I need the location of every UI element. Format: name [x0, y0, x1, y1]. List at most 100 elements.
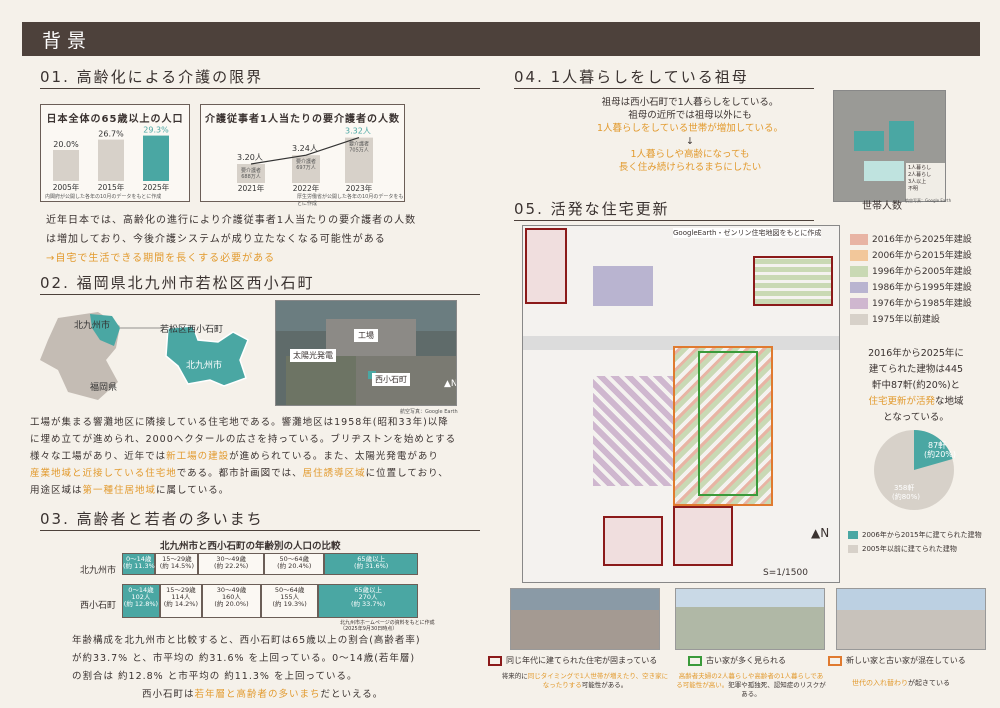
s04-arrow: ↓: [686, 136, 694, 147]
section-05-title: 05. 活発な住宅更新: [514, 200, 670, 218]
age-cell: 65歳以上 270人 (約 33.7%): [318, 584, 418, 618]
aerial-solar: 太陽光発電: [290, 349, 336, 362]
label-kitakyushu: 北九州市: [74, 319, 110, 331]
legend-3: 3人以上: [908, 179, 927, 185]
s02-p2: に埋め立てが進められ、2000ヘクタールの広さを持っている。ブリヂストンを始めと…: [30, 434, 457, 445]
legend-swatch: [850, 234, 868, 245]
s05-desc2: 建てられた建物は445: [868, 364, 964, 375]
s02-p4d: に位置しており、: [365, 468, 449, 479]
s05-desc1: 2016年から2025年に: [868, 348, 964, 359]
s04-l4: 1人暮らしや高齢になっても: [630, 149, 750, 160]
housing-legend-item: 1976年から1985年建設: [850, 296, 972, 312]
section-02-title: 02. 福岡県北九州市若松区西小石町: [40, 274, 315, 292]
s03-t1: 年齢構成を北九州市と比較すると、西小石町は65歳以上の割合(高齢者率): [72, 635, 421, 646]
label-wakamatsu: 若松区西小石町: [160, 323, 223, 335]
bar-2025年: [143, 135, 169, 181]
s02-p4c: 居住誘導区域: [302, 468, 366, 479]
aerial-factory: 工場: [354, 329, 378, 342]
s05-desc5: となっている。: [883, 412, 949, 423]
divider: [40, 88, 480, 89]
age-cell: 15～29歳 114人 (約 14.2%): [159, 584, 202, 618]
bar-2015年: [98, 139, 124, 181]
pie-label2b: (約80%): [892, 492, 920, 501]
legend-swatch: [850, 266, 868, 277]
legend-swatch: [850, 298, 868, 309]
pie-label2: 358軒: [894, 484, 914, 492]
chart2-svg: 3.20人要介護者688万人2021年3.24人要介護者697万人2022年3.…: [237, 127, 373, 193]
s04-l3: 1人暮らしをしている世帯が増加している。: [597, 123, 783, 134]
bar-value-label: 20.0%: [53, 140, 79, 149]
pie-label1b: (約20%): [924, 449, 956, 459]
divider: [514, 88, 814, 89]
section-04-title: 04. 1人暮らしをしている祖母: [514, 68, 749, 86]
aerial-photo: 工場 太陽光発電 西小石町 ▲N: [275, 300, 457, 406]
section-03-title: 03. 高齢者と若者の多いまち: [40, 510, 264, 528]
note-2b: 犯罪や孤独死、認知症のリスクがある。: [728, 681, 826, 698]
housing-legend-item: 1986年から1995年建設: [850, 280, 972, 296]
care-category-label: 2023年: [346, 183, 373, 193]
photo-2: [675, 588, 825, 650]
pie-label1: 87軒: [928, 441, 946, 450]
s01-text-3: →自宅で生活できる期間を長くする必要がある: [46, 253, 276, 264]
housing-age-map: GoogleEarth・ゼンリン住宅地図をもとに作成 ▲N S=1/1500: [522, 225, 840, 583]
population-chart: 日本全体の65歳以上の人口 20.0% 2005年 26.7% 2015年 29.3% 2…: [40, 104, 190, 202]
header-bar: 背景: [22, 22, 980, 56]
legend-1: 1人暮らし: [908, 165, 932, 171]
household-caption: 世帯人数: [862, 201, 902, 212]
legend-label: 2006年から2015年建設: [872, 251, 972, 261]
s03-t4c: だといえる。: [320, 689, 384, 700]
s04-l5: 長く住み続けられるまちにしたい: [618, 162, 762, 173]
care-category-label: 2021年: [238, 183, 265, 193]
housing-legend: 2016年から2025年建設 2006年から2015年建設 1996年から2005年…: [850, 232, 972, 328]
housing-legend-item: 2016年から2025年建設: [850, 232, 972, 248]
age-bar-kitakyushu: 0～14歳 (約 11.3%) 15～29歳 (約 14.5%) 30～49歳 (約…: [122, 553, 418, 575]
cap-3: 新しい家と古い家が混在している: [846, 656, 966, 665]
s03-t4a: 西小石町は: [142, 689, 195, 700]
s05-desc4b: な地域: [935, 396, 964, 407]
bar-value-label: 29.3%: [143, 126, 169, 135]
housing-legend-item: 1975年以前建設: [850, 312, 972, 328]
age-cell: 0～14歳 102人 (約 12.8%): [122, 584, 160, 618]
aerial-nishikoishi: 西小石町: [372, 373, 410, 386]
care-sub-label: 697万人: [296, 165, 316, 171]
map-credit: GoogleEarth・ゼンリン住宅地図をもとに作成: [673, 228, 822, 238]
s05-desc4a: 住宅更新が活発: [868, 396, 935, 407]
map-scale: S=1/1500: [763, 568, 808, 578]
cap-2: 古い家が多く見られる: [706, 656, 786, 665]
note-3b: が起きている: [908, 679, 950, 687]
pie-legend-2: 2005年以前に建てられた建物: [862, 545, 957, 553]
note-3a: 世代の入れ替わり: [852, 679, 908, 687]
legend-label: 1975年以前建設: [872, 315, 940, 325]
s01-text-1: 近年日本では、高齢化の進行により介護従事者1人当たりの要介護者の人数: [46, 215, 417, 226]
age-cell: 50～64歳 155人 (約 19.3%): [261, 584, 319, 618]
s04-l2: 祖母の近所では祖母以外にも: [628, 110, 752, 121]
care-sub-label: 688万人: [241, 174, 261, 180]
s04-l1: 祖母は西小石町で1人暮らしをしている。: [601, 97, 779, 108]
s02-p1: 工場が集まる響灘地区に隣接している住宅地である。響灘地区は1958年(昭和33年…: [30, 417, 449, 428]
care-category-label: 2022年: [293, 183, 320, 193]
housing-legend-item: 1996年から2005年建設: [850, 264, 972, 280]
s02-p5a: 用途区域は: [30, 485, 83, 496]
housing-legend-item: 2006年から2015年建設: [850, 248, 972, 264]
legend-label: 1986年から1995年建設: [872, 283, 972, 293]
housing-pie: 87軒 (約20%) 358軒 (約80%): [874, 429, 956, 510]
s03-t3: の割合は 約12.8% と市平均の 約11.3% を上回っている。: [72, 671, 358, 682]
household-map: 1人暮らし 2人暮らし 3人以上 不明: [833, 90, 946, 202]
header-title: 背景: [42, 30, 93, 52]
divider: [40, 294, 480, 295]
care-value-label: 3.32人: [345, 127, 371, 136]
legend-swatch: [850, 250, 868, 261]
s02-p5b: 第一種住居地域: [82, 485, 157, 496]
row-label-kitakyushu: 北九州市: [80, 566, 117, 576]
age-cell: 50～64歳 (約 20.4%): [264, 553, 325, 575]
care-value-label: 3.24人: [292, 144, 318, 153]
household-credit: 航空写真：Google Earth: [905, 198, 952, 203]
section-01-title: 01. 高齢化による介護の限界: [40, 68, 264, 86]
label-kitakyushu-2: 北九州市: [186, 359, 222, 371]
care-sub-label: 705万人: [349, 148, 369, 154]
age-cell: 65歳以上 (約 31.6%): [324, 553, 418, 575]
bar-category-label: 2025年: [143, 182, 170, 192]
chart1-svg: 20.0% 2005年 26.7% 2015年 29.3% 2025年: [53, 126, 170, 192]
legend-swatch: [850, 314, 868, 325]
table-source: 北九州市ホームページの資料をもとに作成 （2025年9月30日時点）: [340, 620, 435, 632]
